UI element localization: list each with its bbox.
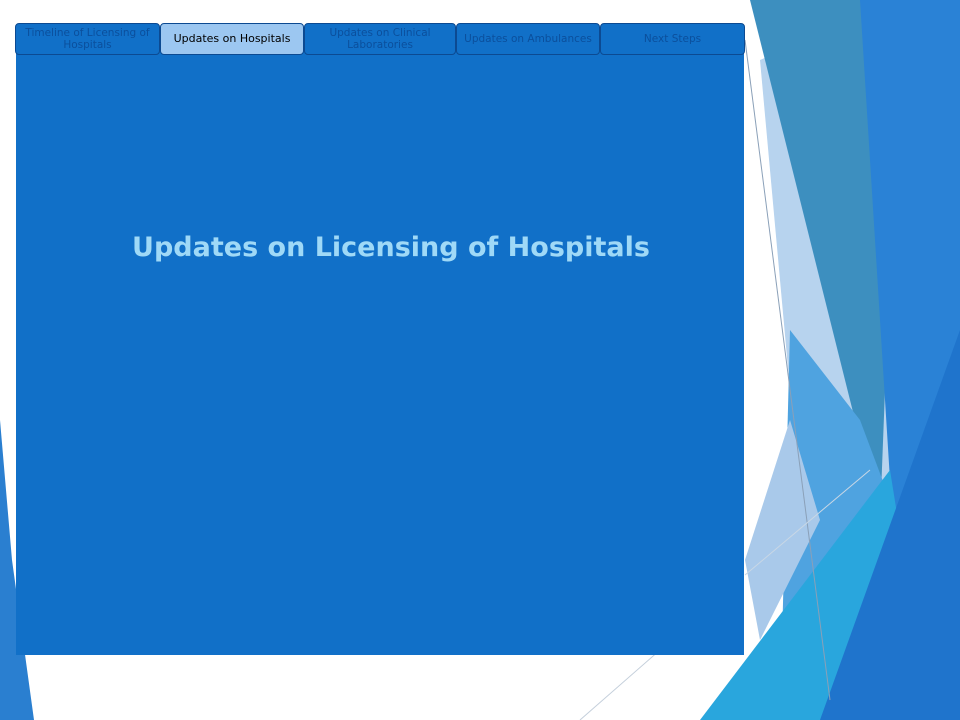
tab-label: Updates on Clinical Laboratories: [329, 27, 431, 51]
tab-label: Timeline of Licensing of Hospitals: [25, 27, 150, 51]
tab-label: Updates on Hospitals: [173, 32, 291, 45]
tab-label: Updates on Ambulances: [464, 33, 592, 45]
tab-bar: Timeline of Licensing of Hospitals Updat…: [15, 23, 745, 57]
slide-title: Updates on Licensing of Hospitals: [132, 232, 650, 263]
tab-ambulances[interactable]: Updates on Ambulances: [456, 23, 600, 55]
tab-next-steps[interactable]: Next Steps: [600, 23, 745, 55]
tab-timeline[interactable]: Timeline of Licensing of Hospitals: [15, 23, 160, 55]
tab-updates-on-hospitals[interactable]: Updates on Hospitals: [160, 23, 304, 55]
content-panel: [16, 32, 744, 655]
tab-clinical-laboratories[interactable]: Updates on Clinical Laboratories: [304, 23, 456, 55]
tab-label: Next Steps: [643, 33, 702, 45]
